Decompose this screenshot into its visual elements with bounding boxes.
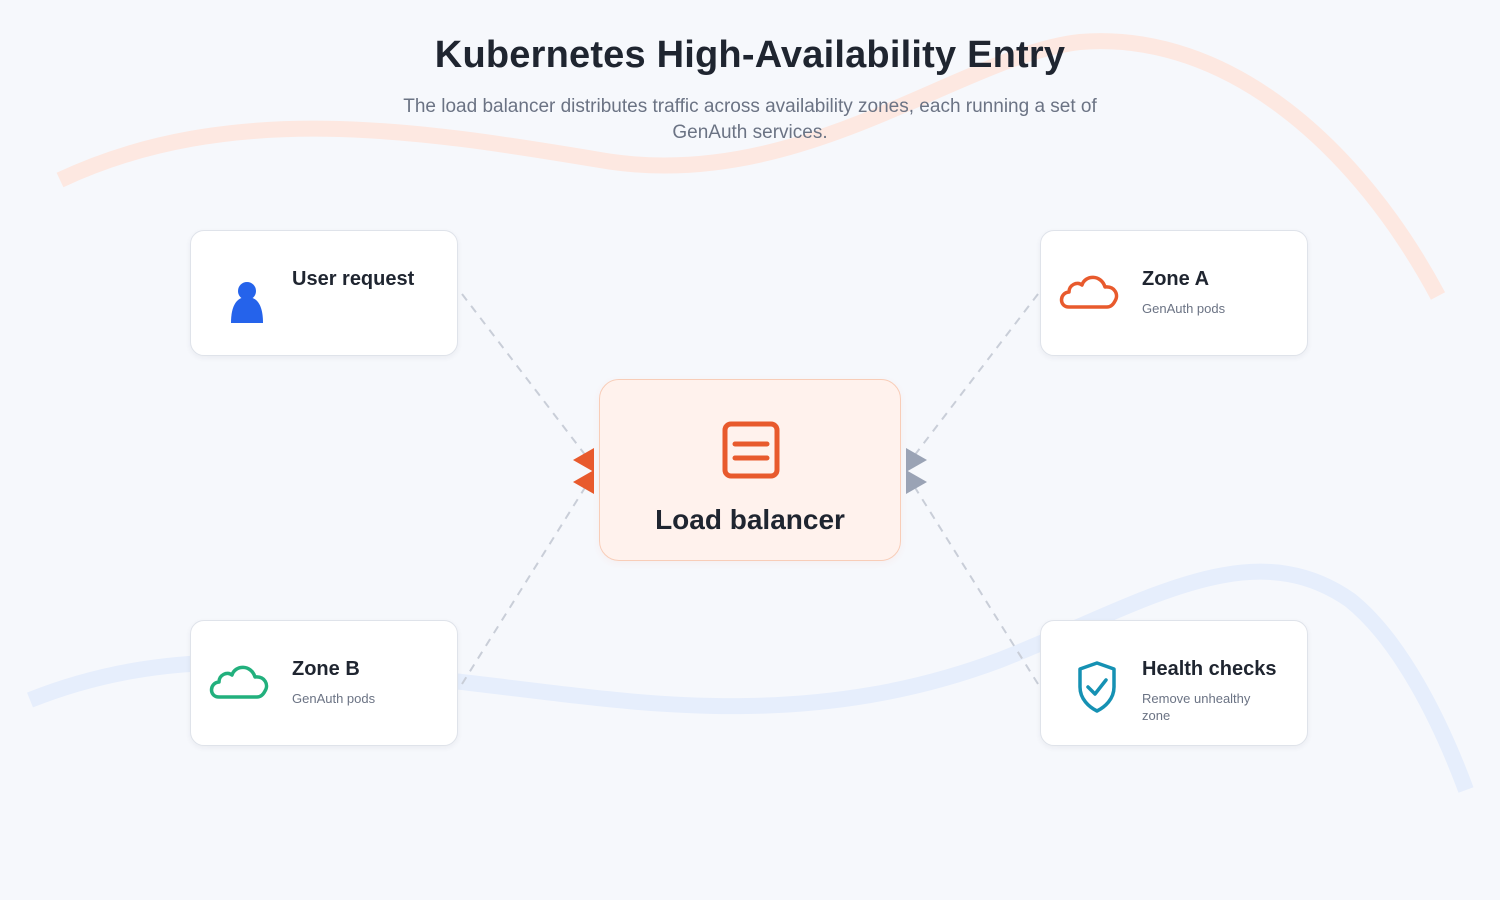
page-subtitle: The load balancer distributes traffic ac… [403,96,1097,143]
node-zone-b[interactable]: Zone B GenAuth pods [190,620,458,746]
user-icon [231,282,263,323]
server-list-icon [722,421,780,479]
page-title: Kubernetes High-Availability Entry [434,34,1066,76]
diagram-canvas: Kubernetes High-Availability Entry The l… [0,0,1500,900]
cloud-icon [1059,275,1119,309]
node-user-request[interactable]: User request [190,230,458,356]
hub-label: Load balancer [655,504,845,535]
node-health-checks[interactable]: Health checks Remove unhealthy zone [1040,620,1308,746]
node-description: Remove unhealthy zone [1142,691,1251,723]
connector-user-to-hub [461,293,587,457]
node-label: User request [292,268,415,290]
node-label: Zone A [1142,268,1210,290]
node-description: GenAuth pods [292,691,376,706]
node-label: Zone B [292,658,360,680]
shield-check-icon [1078,661,1116,713]
cloud-icon [209,665,269,699]
node-zone-a[interactable]: Zone A GenAuth pods [1040,230,1308,356]
connector-zone-b-to-hub [461,485,587,685]
node-label: Health checks [1142,658,1277,680]
connector-health-to-hub [913,485,1039,685]
node-description: GenAuth pods [1142,301,1226,316]
connector-zone-a-to-hub [913,293,1039,457]
node-load-balancer[interactable]: Load balancer [599,379,901,561]
